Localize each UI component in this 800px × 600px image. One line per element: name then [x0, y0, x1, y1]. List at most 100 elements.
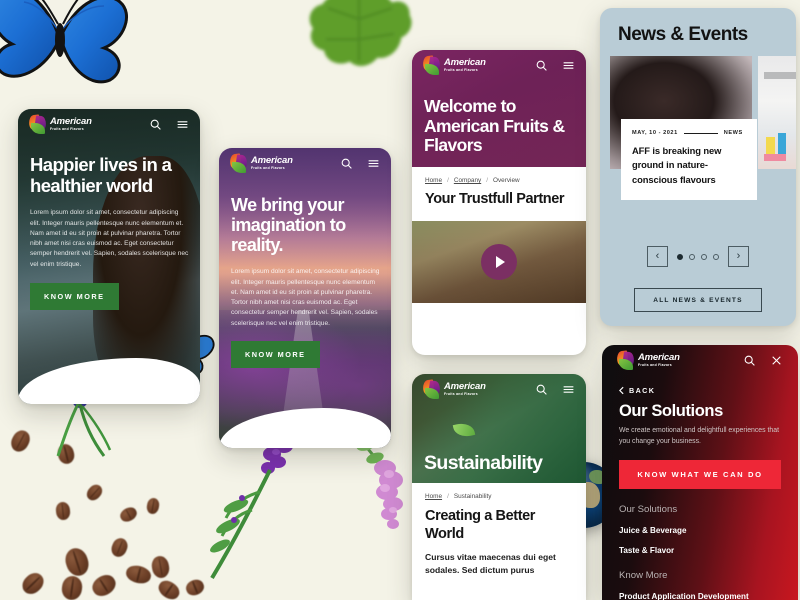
flame-leaf-logo-icon	[28, 113, 47, 134]
section-title: Your Trustfull Partner	[425, 191, 565, 207]
menu-item-product-application-development[interactable]: Product Application Development	[619, 592, 781, 600]
brand-tagline: Fruits and Flavors	[50, 126, 84, 131]
news-photo-secondary	[758, 56, 796, 169]
hamburger-menu-icon[interactable]	[366, 156, 380, 170]
brand-tagline: Fruits and Flavors	[444, 391, 478, 396]
chevron-left-icon	[619, 386, 624, 395]
carousel-dot-1[interactable]	[677, 253, 683, 260]
coffee-bean	[55, 442, 77, 466]
breadcrumb-separator: /	[486, 177, 488, 184]
phone-topbar: American Fruits and Flavors	[412, 50, 586, 80]
news-panel-heading: News & Events	[618, 24, 748, 45]
flame-leaf-logo-icon	[616, 349, 635, 370]
coffee-bean	[62, 545, 92, 579]
search-icon[interactable]	[534, 58, 548, 72]
news-card[interactable]: MAY, 10 - 2021 NEWS AFF is breaking new …	[621, 119, 757, 200]
blue-morpho-butterfly-icon	[0, 0, 129, 84]
hero-content: We bring your imagination to reality. Lo…	[231, 195, 380, 368]
coffee-bean	[55, 501, 71, 521]
brand-name: American	[444, 56, 486, 68]
green-grape-leaf-icon	[309, 0, 412, 66]
hero-content: Happier lives in a healthier world Lorem…	[30, 154, 189, 310]
brand-tagline: Fruits and Flavors	[444, 67, 478, 72]
news-card-title: AFF is breaking new ground in nature-con…	[632, 145, 722, 185]
search-icon[interactable]	[339, 156, 353, 170]
section-body-text: Cursus vitae maecenas dui eget sodales. …	[425, 552, 556, 576]
our-solutions-menu-panel: American Fruits and Flavors BACK Our Sol…	[602, 345, 798, 600]
news-carousel-controls: ‹ ›	[600, 246, 796, 267]
phone-topbar: American Fruits and Flavors	[18, 109, 200, 139]
search-icon[interactable]	[148, 117, 162, 131]
play-icon[interactable]	[481, 243, 517, 280]
phone-mockup-sustainability: American Fruits and Flavors Sustainabili…	[412, 374, 586, 600]
news-and-events-panel: News & Events MAY, 10 - 2021 NEWS AFF is…	[600, 8, 796, 326]
carousel-dot-3[interactable]	[701, 253, 707, 260]
menu-item-taste-and-flavor[interactable]: Taste & Flavor	[619, 546, 781, 555]
meta-rule	[683, 132, 718, 134]
hero-body-text: Lorem ipsum dolor sit amet, consectetur …	[231, 268, 380, 327]
coffee-bean	[117, 504, 140, 525]
carousel-dot-4[interactable]	[713, 253, 719, 260]
menu-group-title-our-solutions: Our Solutions	[619, 504, 678, 516]
coffee-bean	[183, 577, 207, 598]
flame-leaf-logo-icon	[229, 152, 248, 173]
menu-subtitle: We create emotional and delightfull expe…	[619, 427, 779, 446]
brand-logo[interactable]: American Fruits and Flavors	[229, 152, 293, 173]
breadcrumb-home[interactable]: Home	[425, 177, 442, 184]
brand-logo[interactable]: American Fruits and Flavors	[616, 349, 680, 370]
breadcrumb-current: Sustainability	[453, 493, 492, 500]
search-icon[interactable]	[742, 353, 756, 367]
phone-mockup-happier-lives: American Fruits and Flavors Happier live…	[18, 109, 200, 404]
breadcrumb: Home / Sustainability	[412, 483, 586, 500]
coffee-bean	[60, 574, 84, 600]
sprout-seedling	[452, 421, 475, 439]
hamburger-menu-icon[interactable]	[561, 58, 575, 72]
breadcrumb-separator: /	[447, 493, 449, 500]
hamburger-menu-icon[interactable]	[175, 117, 189, 131]
breadcrumb-company[interactable]: Company	[454, 177, 481, 184]
flame-leaf-logo-icon	[422, 54, 441, 75]
video-block[interactable]	[412, 220, 586, 303]
phone-topbar: American Fruits and Flavors	[219, 148, 391, 178]
back-button[interactable]: BACK	[619, 386, 781, 395]
coffee-bean	[83, 481, 106, 504]
breadcrumb-home[interactable]: Home	[425, 493, 442, 500]
menu-title: Our Solutions	[619, 402, 723, 420]
coffee-bean	[124, 563, 153, 586]
hero-title: Sustainability	[424, 452, 543, 475]
brand-name: American	[638, 351, 680, 363]
chevron-left-icon[interactable]: ‹	[647, 246, 668, 267]
coffee-bean	[150, 554, 171, 580]
brand-logo[interactable]: American Fruits and Flavors	[422, 54, 486, 75]
hero-body-text: Lorem ipsum dolor sit amet, consectetur …	[30, 209, 189, 268]
coffee-bean	[18, 569, 48, 598]
phone-topbar: American Fruits and Flavors	[412, 374, 586, 404]
brand-name: American	[444, 380, 486, 392]
know-more-button[interactable]: KNOW MORE	[30, 282, 119, 310]
section-title: Creating a Better World	[425, 508, 536, 542]
know-more-button[interactable]: KNOW MORE	[231, 340, 320, 368]
brand-logo[interactable]: American Fruits and Flavors	[28, 113, 92, 134]
chevron-right-icon[interactable]: ›	[728, 246, 749, 267]
close-icon[interactable]	[769, 353, 783, 367]
menu-topbar: American Fruits and Flavors	[602, 345, 798, 375]
coffee-bean	[108, 535, 131, 560]
news-card-date: MAY, 10 - 2021	[632, 130, 678, 136]
know-what-we-can-do-button[interactable]: KNOW WHAT WE CAN DO	[619, 460, 781, 490]
brand-name: American	[251, 154, 293, 166]
brand-tagline: Fruits and Flavors	[251, 165, 285, 170]
brand-tagline: Fruits and Flavors	[638, 362, 672, 367]
brand-logo[interactable]: American Fruits and Flavors	[422, 378, 486, 399]
menu-item-juice-and-beverage[interactable]: Juice & Beverage	[619, 526, 781, 535]
back-label: BACK	[629, 386, 656, 395]
news-card-category: NEWS	[723, 130, 743, 136]
breadcrumb: Home / Company / Overview	[412, 167, 586, 184]
search-icon[interactable]	[534, 382, 548, 396]
carousel-dots	[677, 253, 719, 260]
news-card-meta: MAY, 10 - 2021 NEWS	[632, 130, 746, 136]
all-news-and-events-button[interactable]: ALL NEWS & EVENTS	[634, 288, 762, 312]
coffee-bean	[145, 497, 161, 515]
carousel-dot-2[interactable]	[689, 253, 695, 260]
coffee-bean	[88, 571, 120, 600]
hamburger-menu-icon[interactable]	[561, 382, 575, 396]
